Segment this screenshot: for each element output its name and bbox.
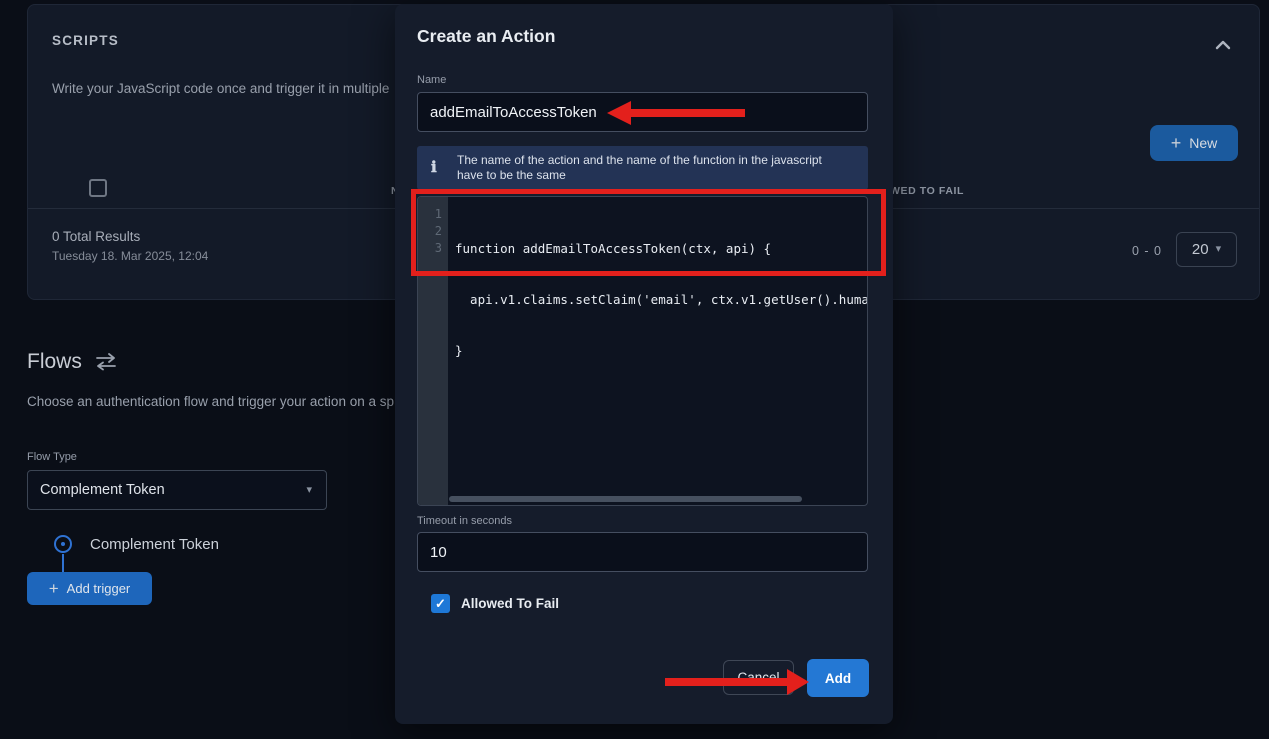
swap-arrows-icon (94, 353, 118, 371)
plus-icon: + (1171, 134, 1182, 152)
plus-icon: + (49, 580, 59, 597)
cancel-button[interactable]: Cancel (723, 660, 794, 695)
create-action-modal: Create an Action Name ℹ The name of the … (395, 4, 893, 724)
pagination-range: 0 - 0 (1132, 244, 1162, 258)
code-editor[interactable]: 1 2 3 function addEmailToAccessToken(ctx… (417, 196, 868, 506)
page-size-select[interactable]: 20 ▾ (1176, 232, 1237, 267)
info-icon: ℹ (431, 158, 437, 176)
info-banner: ℹ The name of the action and the name of… (417, 146, 868, 190)
info-banner-text: The name of the action and the name of t… (457, 153, 842, 183)
new-button-label: New (1189, 135, 1217, 151)
total-results: 0 Total Results (52, 229, 140, 244)
allowed-to-fail-checkbox[interactable]: ✓ (431, 594, 450, 613)
timeout-input[interactable] (417, 532, 868, 572)
chevron-down-icon: ▾ (1216, 244, 1222, 255)
flow-connector-line (62, 554, 64, 572)
flow-node-icon (54, 535, 72, 553)
code-line: function addEmailToAccessToken(ctx, api)… (455, 240, 867, 257)
flow-type-label: Flow Type (27, 451, 77, 463)
action-name-input[interactable] (417, 92, 868, 132)
editor-gutter: 1 2 3 (418, 197, 448, 505)
modal-title: Create an Action (417, 26, 555, 47)
line-numbers: 1 2 3 (418, 206, 442, 257)
add-button[interactable]: Add (807, 659, 869, 697)
check-icon: ✓ (435, 596, 446, 611)
flow-node-dot (61, 542, 65, 546)
results-timestamp: Tuesday 18. Mar 2025, 12:04 (52, 249, 208, 263)
code-line: api.v1.claims.setClaim('email', ctx.v1.g… (455, 291, 867, 308)
chevron-up-icon (1213, 37, 1233, 53)
add-trigger-label: Add trigger (67, 581, 131, 596)
page-size-value: 20 (1192, 241, 1209, 258)
select-all-checkbox[interactable] (89, 179, 107, 197)
editor-horizontal-scrollbar[interactable] (449, 496, 802, 502)
code-content[interactable]: function addEmailToAccessToken(ctx, api)… (455, 206, 867, 393)
page: SCRIPTS Write your JavaScript code once … (0, 0, 1269, 739)
scripts-subtitle: Write your JavaScript code once and trig… (52, 81, 389, 96)
flows-subtitle: Choose an authentication flow and trigge… (27, 394, 394, 409)
collapse-section-button[interactable] (1213, 37, 1233, 53)
add-trigger-button[interactable]: + Add trigger (27, 572, 152, 605)
allowed-to-fail-label: Allowed To Fail (461, 596, 559, 611)
flow-type-select[interactable]: Complement Token ▾ (27, 470, 327, 510)
timeout-label: Timeout in seconds (417, 515, 512, 527)
scripts-title: SCRIPTS (52, 33, 119, 48)
flows-title-row: Flows (27, 350, 118, 374)
flow-type-value: Complement Token (40, 482, 306, 498)
code-line: } (455, 342, 867, 359)
name-label: Name (417, 74, 446, 86)
chevron-down-icon: ▾ (306, 485, 312, 496)
new-button[interactable]: + New (1150, 125, 1238, 161)
flows-title: Flows (27, 350, 82, 374)
flow-node-label: Complement Token (90, 536, 219, 553)
